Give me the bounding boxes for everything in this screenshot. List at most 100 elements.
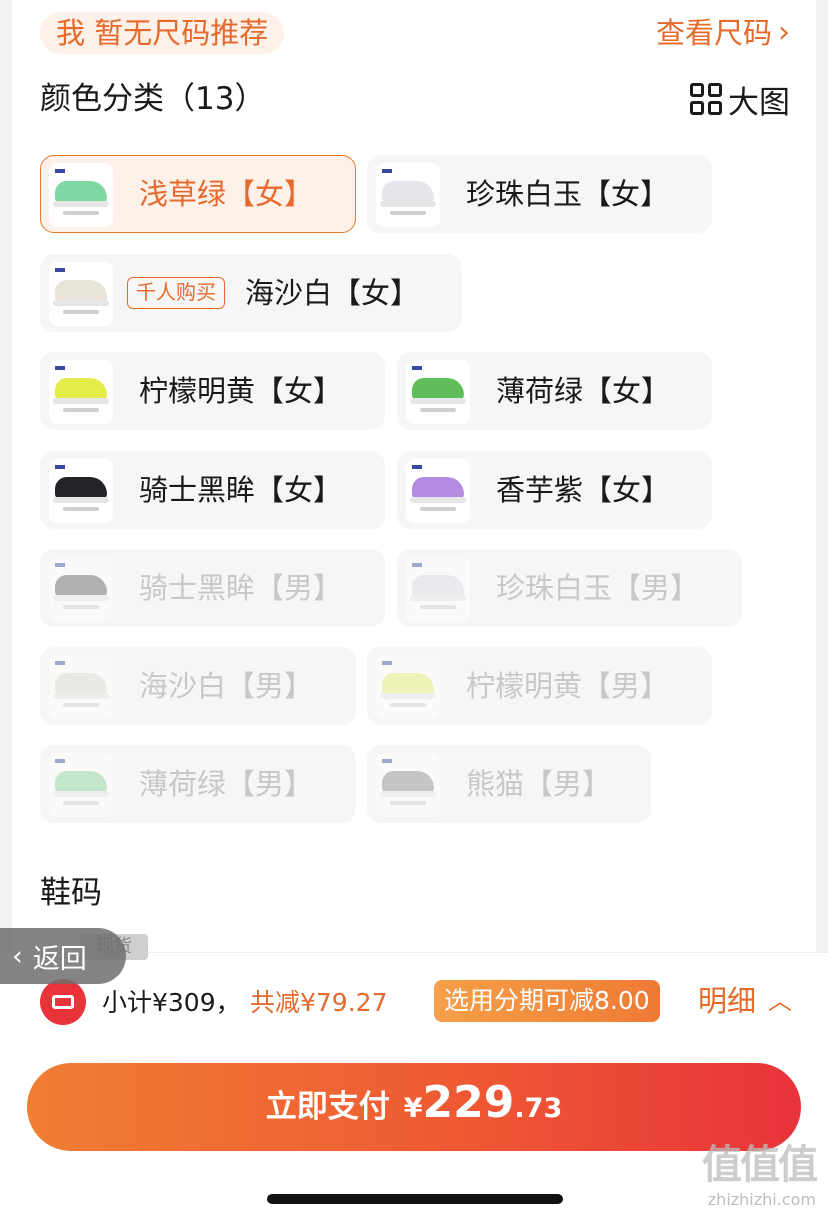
- thumbnail-caption: [390, 703, 426, 707]
- shoe-thumbnail: [376, 655, 440, 719]
- color-option-9[interactable]: 珍珠白玉【男】: [397, 549, 742, 627]
- shoe-sole: [410, 595, 466, 601]
- detail-label: 明细: [698, 984, 757, 1018]
- big-view-label: 大图: [728, 84, 790, 121]
- watermark: 值值值 zhizhizhi.com: [676, 1132, 818, 1209]
- shoe-thumbnail: [406, 360, 470, 424]
- pay-amount-int: 229: [422, 1077, 515, 1128]
- shoe-thumbnail: [49, 459, 113, 523]
- color-option-label: 珍珠白玉【女】: [466, 177, 670, 211]
- thumbnail-caption: [63, 605, 99, 609]
- shoe-icon: [412, 378, 464, 400]
- shoe-sole: [380, 693, 436, 699]
- brand-logo-icon: [55, 169, 65, 173]
- popular-tag: 千人购买: [127, 277, 225, 309]
- big-view-toggle[interactable]: 大图: [690, 78, 790, 121]
- color-option-label: 薄荷绿【女】: [496, 374, 671, 408]
- thumbnail-caption: [420, 408, 456, 412]
- brand-logo-icon: [55, 268, 65, 272]
- watermark-logo: 值值值: [702, 1142, 818, 1188]
- color-option-3[interactable]: 千人购买 海沙白【女】: [40, 254, 462, 332]
- coupon-icon[interactable]: [40, 979, 86, 1025]
- color-option-label: 柠檬明黄【女】: [139, 374, 343, 408]
- brand-logo-icon: [412, 366, 422, 370]
- color-option-12[interactable]: 薄荷绿【男】: [40, 745, 356, 823]
- grid-view-icon: [690, 83, 722, 115]
- thumbnail-caption: [63, 211, 99, 215]
- shoe-thumbnail: [49, 360, 113, 424]
- shoe-sole: [53, 398, 109, 404]
- installment-badge[interactable]: 选用分期可减8.00: [434, 980, 660, 1022]
- shoe-thumbnail: [406, 557, 470, 621]
- thumbnail-caption: [63, 507, 99, 511]
- color-option-label: 熊猫【男】: [466, 767, 612, 801]
- view-size-label: 查看尺码: [655, 16, 772, 50]
- thumbnail-caption: [390, 211, 426, 215]
- brand-logo-icon: [412, 563, 422, 567]
- shoe-icon: [55, 575, 107, 597]
- shoe-icon: [382, 673, 434, 695]
- color-option-label: 海沙白【女】: [245, 276, 420, 310]
- color-option-6[interactable]: 骑士黑眸【女】: [40, 451, 385, 529]
- brand-logo-icon: [55, 661, 65, 665]
- brand-logo-icon: [382, 169, 392, 173]
- back-label: 返回: [32, 943, 87, 975]
- shoe-thumbnail: [49, 753, 113, 817]
- thumbnail-caption: [390, 801, 426, 805]
- color-option-label: 骑士黑眸【男】: [139, 571, 343, 605]
- shoe-sole: [53, 791, 109, 797]
- shoe-size-title: 鞋码: [40, 875, 102, 911]
- color-option-10[interactable]: 海沙白【男】: [40, 647, 356, 725]
- watermark-url: zhizhizhi.com: [707, 1190, 816, 1209]
- color-option-7[interactable]: 香芋紫【女】: [397, 451, 712, 529]
- brand-logo-icon: [55, 465, 65, 469]
- color-option-13[interactable]: 熊猫【男】: [367, 745, 651, 823]
- color-option-1[interactable]: 浅草绿【女】: [40, 155, 356, 233]
- brand-logo-icon: [382, 759, 392, 763]
- brand-logo-icon: [382, 661, 392, 665]
- back-button[interactable]: ‹ 返回: [0, 928, 126, 984]
- shoe-icon: [55, 477, 107, 499]
- brand-logo-icon: [55, 563, 65, 567]
- shoe-thumbnail: [376, 753, 440, 817]
- subtotal-text: 小计¥309，: [102, 988, 241, 1017]
- shoe-sole: [380, 201, 436, 207]
- shoe-sole: [53, 497, 109, 503]
- shoe-sole: [53, 693, 109, 699]
- thumbnail-caption: [63, 310, 99, 314]
- brand-logo-icon: [55, 366, 65, 370]
- shoe-icon: [382, 771, 434, 793]
- shoe-icon: [55, 378, 107, 400]
- color-option-4[interactable]: 柠檬明黄【女】: [40, 352, 385, 430]
- detail-toggle[interactable]: 明细 ︿: [698, 979, 792, 1023]
- shoe-icon: [382, 181, 434, 203]
- color-option-5[interactable]: 薄荷绿【女】: [397, 352, 712, 430]
- brand-logo-icon: [55, 759, 65, 763]
- view-size-link[interactable]: 查看尺码 ›: [656, 12, 790, 54]
- thumbnail-caption: [420, 507, 456, 511]
- color-option-label: 珍珠白玉【男】: [496, 571, 700, 605]
- chevron-left-icon: ‹: [12, 940, 23, 972]
- pay-amount-dec: .73: [514, 1093, 563, 1124]
- shoe-icon: [55, 181, 107, 203]
- shoe-icon: [55, 280, 107, 302]
- color-option-label: 香芋紫【女】: [496, 473, 671, 507]
- color-option-2[interactable]: 珍珠白玉【女】: [367, 155, 712, 233]
- chevron-up-icon: ︿: [768, 987, 793, 1015]
- size-recommendation-badge: 我 暂无尺码推荐: [40, 12, 285, 54]
- shoe-icon: [412, 477, 464, 499]
- color-option-11[interactable]: 柠檬明黄【男】: [367, 647, 712, 725]
- color-category-title: 颜色分类（13）: [40, 81, 266, 117]
- discount-text: 共减¥79.27: [250, 988, 388, 1017]
- shoe-sole: [410, 497, 466, 503]
- thumbnail-caption: [63, 703, 99, 707]
- thumbnail-caption: [63, 408, 99, 412]
- shoe-thumbnail: [49, 163, 113, 227]
- shoe-sole: [410, 398, 466, 404]
- color-option-label: 骑士黑眸【女】: [139, 473, 343, 507]
- shoe-thumbnail: [49, 262, 113, 326]
- shoe-icon: [55, 673, 107, 695]
- chevron-right-icon: ›: [778, 15, 790, 50]
- shoe-thumbnail: [49, 655, 113, 719]
- color-option-8[interactable]: 骑士黑眸【男】: [40, 549, 385, 627]
